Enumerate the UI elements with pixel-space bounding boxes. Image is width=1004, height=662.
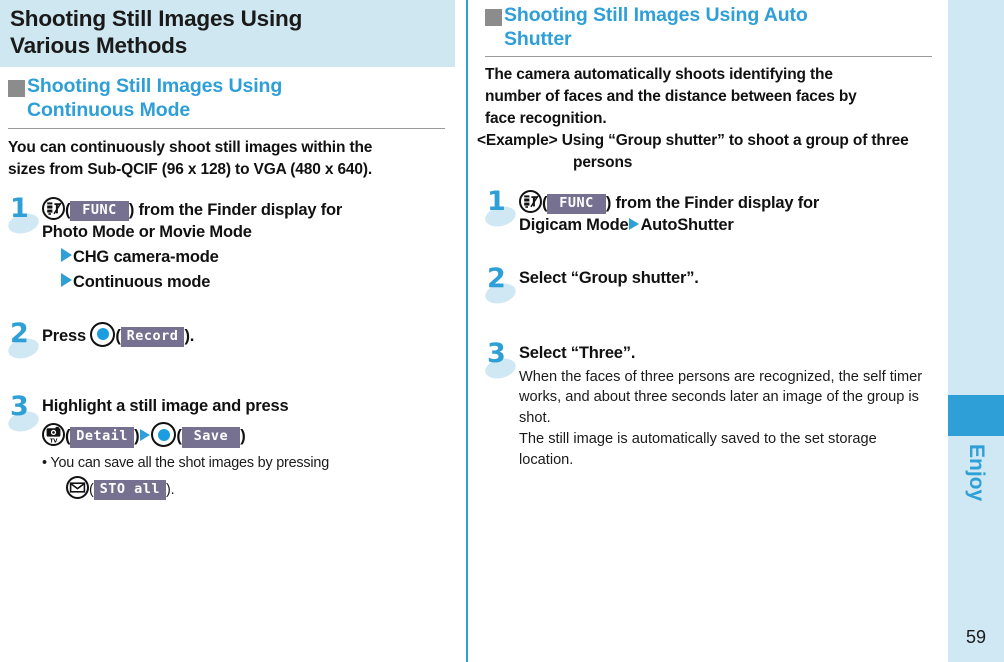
left-step-1-sub-1-row: CHG camera-mode [42, 246, 449, 269]
left-step-3-bullet-tail: ). [166, 481, 175, 498]
function-key-icon[interactable] [42, 196, 65, 220]
right-step-2: 2 Select “Group shutter”. [477, 265, 940, 307]
left-step-1: 1 (FUNC) from the Finder display for Pho… [0, 192, 455, 294]
left-step-3-number-badge: 3 [6, 391, 42, 435]
left-step-1-text: (FUNC) from the Finder display for Photo… [42, 196, 449, 294]
square-marker-icon [8, 80, 25, 98]
left-step-3-bullet-keys: (STO all). [42, 475, 449, 501]
left-step-1-sub-2-row: Continuous mode [42, 271, 449, 294]
center-key-dot [96, 328, 109, 341]
right-example-text: Using “Group shutter” to shoot a group o… [561, 131, 909, 171]
left-step-2-text: Press (Record). [42, 321, 449, 348]
center-key-icon[interactable] [151, 422, 177, 448]
right-section-title-line-2: Shutter [504, 27, 572, 50]
left-step-1-sub-1: CHG camera-mode [73, 248, 219, 267]
sto-all-chip-label: STO all [93, 479, 166, 501]
left-step-1-number-badge: 1 [6, 192, 42, 237]
right-step-1-number-badge: 1 [483, 185, 519, 230]
left-step-3-text: Highlight a still image and press TV (De… [42, 395, 449, 501]
left-step-3-number: 3 [10, 391, 29, 423]
left-lead-line-1: You can continuously shoot still images … [8, 138, 373, 156]
left-step-2-number: 2 [10, 317, 29, 349]
left-step-3-bullet: • You can save all the shot images by pr… [42, 453, 449, 474]
right-step-3: 3 Select “Three”. When the faces of thre… [477, 337, 940, 470]
left-section-title: Shooting Still Images Using Continuous M… [27, 75, 282, 123]
left-step-1-after-chip: ) from the Finder display for [128, 200, 343, 219]
left-step-3: 3 Highlight a still image and press TV (… [0, 391, 455, 501]
right-step-2-number: 2 [487, 263, 506, 295]
left-step-1-number: 1 [10, 192, 29, 224]
detail-chip-label: Detail [70, 427, 135, 448]
page-number: 59 [965, 627, 987, 647]
func-chip-label: FUNC [547, 193, 606, 215]
right-step-1-line-2-a: Digicam Mode [519, 216, 629, 235]
left-step-2-number-badge: 2 [6, 317, 42, 362]
column-divider [466, 0, 468, 662]
chapter-title-line-1: Shooting Still Images Using [10, 6, 303, 31]
left-step-2-tail: ). [184, 326, 195, 345]
right-lead-paragraph: The camera automatically shoots identify… [477, 57, 940, 130]
right-step-2-number-badge: 2 [483, 263, 519, 307]
mail-key-icon[interactable] [66, 475, 89, 499]
right-step-3-heading: Select “Three”. [519, 343, 636, 362]
left-step-3-bullet-text: • You can save all the shot images by pr… [42, 455, 330, 472]
manual-page: Shooting Still Images Using Various Meth… [0, 0, 1004, 662]
right-step-3-paragraph-1: When the faces of three persons are reco… [519, 368, 923, 427]
side-tab-active-block [948, 395, 1004, 436]
left-lead-line-2: sizes from Sub-QCIF (96 x 128) to VGA (4… [8, 160, 373, 178]
right-lead-line-2: number of faces and the distance between… [485, 87, 857, 105]
record-chip-label: Record [120, 326, 185, 348]
right-step-3-number-badge: 3 [483, 337, 519, 382]
left-lead-paragraph: You can continuously shoot still images … [0, 129, 455, 181]
left-section-heading: Shooting Still Images Using Continuous M… [0, 67, 455, 123]
function-key-icon[interactable] [519, 189, 542, 213]
left-step-2: 2 Press (Record). [0, 320, 455, 362]
right-step-1-line-2-b: AutoShutter [640, 216, 734, 235]
side-tab-label: Enjoy [965, 444, 988, 502]
right-example-line: <Example> Using “Group shutter” to shoot… [477, 130, 940, 174]
right-step-2-text: Select “Group shutter”. [519, 269, 699, 288]
square-marker-icon [485, 9, 502, 26]
left-step-2-press-label: Press [42, 326, 86, 345]
chapter-title-line-2: Various Methods [10, 32, 188, 58]
camera-tv-key-icon[interactable]: TV [42, 423, 65, 447]
left-section-title-line-2: Continuous Mode [27, 98, 191, 121]
arrow-right-icon [61, 272, 72, 287]
center-key-icon[interactable] [90, 321, 116, 347]
right-step-1-number: 1 [487, 185, 506, 217]
right-lead-line-3: face recognition. [485, 109, 607, 127]
arrow-right-icon [140, 429, 151, 442]
svg-text:TV: TV [50, 439, 58, 445]
right-example-label: <Example> [477, 131, 558, 149]
left-column: Shooting Still Images Using Various Meth… [0, 0, 455, 662]
save-chip-label: Save [181, 427, 241, 448]
chapter-side-tab: Enjoy 59 [948, 0, 1004, 662]
right-step-1-after-chip: ) from the Finder display for [605, 193, 820, 212]
left-step-1-sub-2: Continuous mode [73, 272, 211, 291]
center-key-dot [157, 428, 170, 441]
left-section-title-line-1: Shooting Still Images Using [27, 75, 283, 98]
right-section-title: Shooting Still Images Using Auto Shutter [504, 4, 808, 52]
right-step-1: 1 (FUNC) from the Finder display for Dig… [477, 185, 940, 238]
left-step-1-line-2: Photo Mode or Movie Mode [42, 223, 252, 242]
right-step-1-text: (FUNC) from the Finder display for Digic… [519, 189, 934, 238]
right-section-title-line-1: Shooting Still Images Using Auto [504, 4, 808, 26]
chapter-title-band: Shooting Still Images Using Various Meth… [0, 0, 455, 68]
arrow-right-icon [629, 218, 640, 231]
right-column: Shooting Still Images Using Auto Shutter… [477, 0, 940, 662]
arrow-right-icon [61, 248, 72, 263]
left-step-3-key-sequence: TV (Detail)(Save) [42, 422, 449, 448]
right-step-3-paragraph-2: The still image is automatically saved t… [519, 430, 877, 468]
right-step-3-number: 3 [487, 337, 506, 369]
right-lead-line-1: The camera automatically shoots identify… [485, 65, 833, 83]
left-step-3-line-1: Highlight a still image and press [42, 397, 289, 416]
func-chip-label: FUNC [70, 200, 129, 222]
right-section-heading: Shooting Still Images Using Auto Shutter [477, 0, 940, 52]
